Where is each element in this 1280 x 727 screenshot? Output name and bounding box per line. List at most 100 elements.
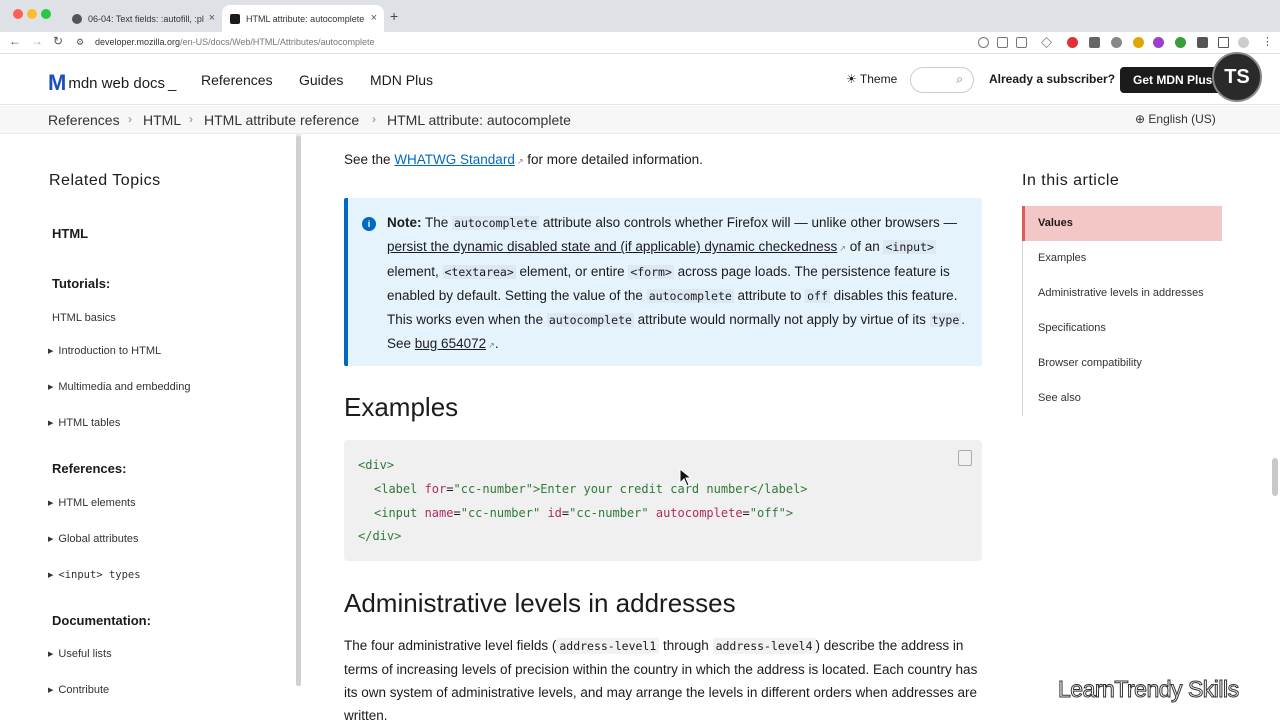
external-link-icon: ↗ bbox=[516, 157, 524, 166]
toc-item-browser-compatibility[interactable]: Browser compatibility bbox=[1023, 346, 1222, 381]
site-info-icon[interactable]: ⚙ bbox=[76, 37, 84, 48]
toc-item-values[interactable]: Values bbox=[1022, 206, 1222, 241]
code-token: autocomplete bbox=[655, 506, 743, 520]
sidebar-scrollbar-thumb[interactable] bbox=[296, 136, 301, 686]
persist-dynamic-state-link[interactable]: persist the dynamic disabled state and (… bbox=[387, 239, 837, 254]
text: The four administrative level fields ( bbox=[344, 638, 557, 653]
sidebar-html-link[interactable]: HTML bbox=[52, 226, 88, 241]
sidebar-item-html-elements[interactable]: ▶ HTML elements bbox=[48, 497, 136, 509]
info-icon: i bbox=[362, 217, 376, 231]
whatwg-standard-link[interactable]: WHATWG Standard bbox=[394, 152, 515, 167]
nav-guides[interactable]: Guides bbox=[299, 72, 343, 88]
toc-item-examples[interactable]: Examples bbox=[1023, 241, 1222, 276]
code-textarea: <textarea> bbox=[442, 265, 516, 279]
profile-avatar-icon[interactable] bbox=[1238, 37, 1249, 48]
translate-icon[interactable] bbox=[1016, 37, 1027, 48]
tab-close-icon[interactable]: × bbox=[371, 12, 377, 24]
mdn-favicon-icon bbox=[230, 13, 240, 24]
sidebar-item-label: <input> types bbox=[58, 569, 141, 581]
extension-pen-icon[interactable] bbox=[1133, 37, 1144, 48]
sidebar-item-global-attributes[interactable]: ▶ Global attributes bbox=[48, 533, 139, 545]
extension-red-icon[interactable] bbox=[1067, 37, 1078, 48]
breadcrumb-current[interactable]: HTML attribute: autocomplete bbox=[387, 112, 571, 128]
sidebar-references-heading: References: bbox=[52, 461, 127, 476]
install-icon[interactable] bbox=[997, 37, 1008, 48]
extension-green-icon[interactable] bbox=[1175, 37, 1186, 48]
sidebar-item-introduction-to-html[interactable]: ▶ Introduction to HTML bbox=[48, 345, 161, 357]
expand-triangle-icon: ▶ bbox=[48, 420, 54, 427]
sidebar-toggle-icon[interactable] bbox=[1218, 37, 1229, 48]
page-scrollbar-thumb[interactable] bbox=[1272, 458, 1278, 496]
toc-item-administrative-levels[interactable]: Administrative levels in addresses bbox=[1023, 276, 1222, 311]
sidebar-item-input-types[interactable]: ▶ <input> types bbox=[48, 569, 141, 581]
text: . bbox=[494, 336, 499, 351]
breadcrumb-separator-icon: › bbox=[189, 112, 193, 126]
copy-icon[interactable] bbox=[958, 450, 972, 466]
extensions-puzzle-icon[interactable] bbox=[1197, 37, 1208, 48]
language-label: English (US) bbox=[1148, 112, 1216, 126]
sidebar-item-useful-lists[interactable]: ▶ Useful lists bbox=[48, 648, 112, 660]
sidebar-scrollbar[interactable] bbox=[296, 134, 301, 686]
extension-mail-icon[interactable] bbox=[1089, 37, 1100, 48]
mdn-logo-icon: M bbox=[48, 70, 66, 95]
theme-button[interactable]: ☀ Theme bbox=[846, 72, 897, 86]
text: The bbox=[421, 215, 453, 230]
close-window-button[interactable] bbox=[13, 9, 23, 19]
back-arrow-icon[interactable]: ← bbox=[9, 34, 21, 48]
minimize-window-button[interactable] bbox=[27, 9, 37, 19]
extension-purple-icon[interactable] bbox=[1153, 37, 1164, 48]
code-token: </div> bbox=[358, 529, 402, 543]
sidebar-item-html-basics[interactable]: HTML basics bbox=[52, 312, 116, 324]
code-token: "off" bbox=[749, 506, 786, 520]
new-tab-icon[interactable]: + bbox=[390, 8, 398, 24]
url-field[interactable]: developer.mozilla.org/en-US/docs/Web/HTM… bbox=[95, 37, 374, 47]
sidebar-item-multimedia[interactable]: ▶ Multimedia and embedding bbox=[48, 381, 190, 393]
code-token: = bbox=[453, 506, 461, 520]
code-token: "cc-number" bbox=[569, 506, 649, 520]
breadcrumb-separator-icon: › bbox=[372, 112, 376, 126]
in-this-article-title: In this article bbox=[1022, 172, 1120, 189]
already-subscriber-link[interactable]: Already a subscriber? bbox=[989, 72, 1115, 86]
extension-circle-icon[interactable] bbox=[1111, 37, 1122, 48]
code-line-2: <label for="cc-number">Enter your credit… bbox=[374, 482, 808, 496]
tab-close-icon[interactable]: × bbox=[209, 12, 215, 24]
sidebar-item-label: Multimedia and embedding bbox=[58, 381, 191, 393]
code-line-4: </div> bbox=[358, 529, 401, 543]
sidebar-item-html-tables[interactable]: ▶ HTML tables bbox=[48, 417, 120, 429]
reload-icon[interactable]: ↻ bbox=[53, 34, 63, 48]
toc-item-see-also[interactable]: See also bbox=[1023, 381, 1222, 416]
text: through bbox=[659, 638, 713, 653]
bug-654072-link[interactable]: bug 654072 bbox=[415, 336, 486, 351]
menu-kebab-icon[interactable]: ⋮ bbox=[1262, 35, 1273, 48]
sidebar: Related Topics HTML Tutorials: HTML basi… bbox=[0, 134, 296, 720]
mouse-cursor-icon bbox=[679, 468, 693, 487]
language-selector[interactable]: ⊕ English (US) bbox=[1135, 112, 1216, 126]
sidebar-item-contribute[interactable]: ▶ Contribute bbox=[48, 684, 109, 696]
mdn-logo[interactable]: M mdn web docs _ bbox=[48, 70, 176, 96]
nav-mdn-plus[interactable]: MDN Plus bbox=[370, 72, 433, 88]
expand-triangle-icon: ▶ bbox=[48, 572, 54, 579]
forward-arrow-icon[interactable]: → bbox=[31, 34, 43, 48]
toc-item-specifications[interactable]: Specifications bbox=[1023, 311, 1222, 346]
breadcrumb-html[interactable]: HTML bbox=[143, 112, 181, 128]
nav-references[interactable]: References bbox=[201, 72, 273, 88]
bookmark-star-icon[interactable] bbox=[1041, 37, 1052, 48]
external-link-icon: ↗ bbox=[839, 244, 846, 253]
text: attribute also controls whether Firefox … bbox=[539, 215, 958, 230]
breadcrumb-html-attribute-reference[interactable]: HTML attribute reference bbox=[204, 112, 359, 128]
logo-text: mdn web docs bbox=[68, 74, 166, 92]
code-token: name bbox=[424, 506, 454, 520]
maximize-window-button[interactable] bbox=[41, 9, 51, 19]
expand-triangle-icon: ▶ bbox=[48, 384, 54, 391]
breadcrumb-references[interactable]: References bbox=[48, 112, 120, 128]
code-input: <input> bbox=[883, 240, 936, 254]
tab-favicon-icon bbox=[72, 13, 82, 24]
zoom-icon[interactable] bbox=[978, 37, 989, 48]
code-example: <div> <label for="cc-number">Enter your … bbox=[344, 440, 982, 561]
code-token: "cc-number" bbox=[453, 482, 533, 496]
search-input[interactable]: ⌕ bbox=[910, 67, 974, 93]
text: attribute to bbox=[733, 288, 806, 303]
text: See the bbox=[344, 152, 395, 167]
browser-tab-1[interactable]: 06-04: Text fields: :autofill, :pl × bbox=[64, 5, 222, 32]
browser-tab-2[interactable]: HTML attribute: autocomplete × bbox=[222, 5, 384, 32]
